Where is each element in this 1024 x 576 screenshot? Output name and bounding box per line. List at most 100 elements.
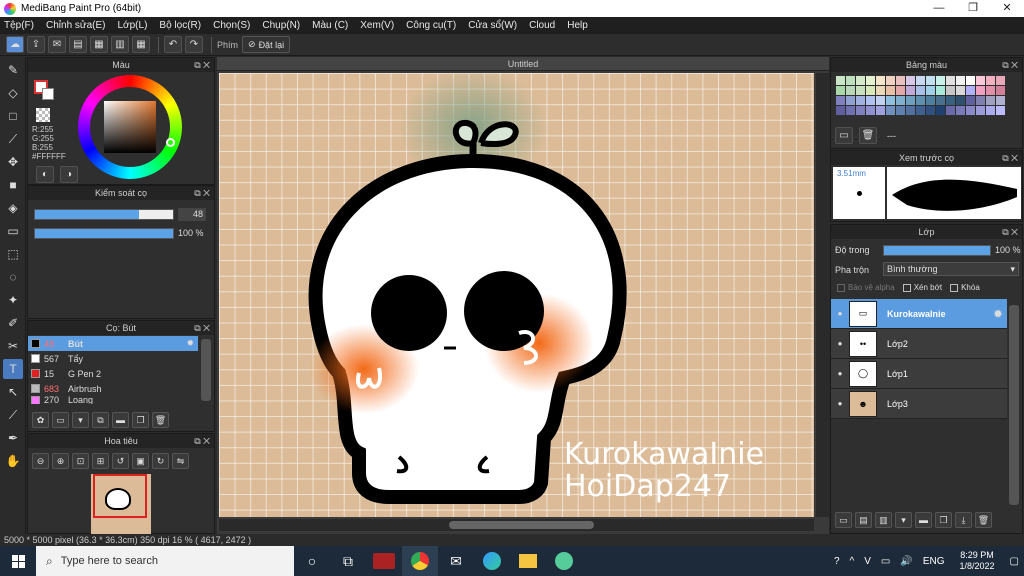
- palette-swatch[interactable]: [926, 76, 935, 85]
- edge-icon[interactable]: [474, 546, 510, 576]
- panel-controls[interactable]: ⧉ ✕: [194, 58, 210, 72]
- zoom-out-icon[interactable]: ⊖: [32, 453, 49, 469]
- trash-icon[interactable]: 🗑: [975, 512, 992, 528]
- brush-size-value[interactable]: 48: [178, 208, 206, 221]
- volume-icon[interactable]: 🔊: [900, 556, 912, 567]
- flip-icon[interactable]: ⇋: [172, 453, 189, 469]
- bucket-tool-icon[interactable]: ◈: [3, 198, 23, 218]
- maximize-button[interactable]: ❐: [956, 0, 990, 17]
- palette-swatch[interactable]: [906, 106, 915, 115]
- palette-swatch[interactable]: [966, 76, 975, 85]
- fit-icon[interactable]: ⊡: [72, 453, 89, 469]
- layer-settings-icon[interactable]: ✹: [993, 307, 1003, 321]
- comment-icon[interactable]: ✉: [48, 36, 66, 53]
- palette-swatch[interactable]: [956, 106, 965, 115]
- palette-swatch[interactable]: [836, 86, 845, 95]
- layer-item[interactable]: ● ☻ Lớp3: [831, 389, 1007, 419]
- folder-icon[interactable]: ▬: [915, 512, 932, 528]
- panel-controls[interactable]: ⧉ ✕: [194, 321, 210, 335]
- brush-item[interactable]: 567 Tẩy: [28, 351, 198, 366]
- text-tool-icon[interactable]: T: [3, 359, 23, 379]
- hue-handle[interactable]: [166, 138, 175, 147]
- close-button[interactable]: ✕: [990, 0, 1024, 17]
- palette-swatch[interactable]: [936, 106, 945, 115]
- clock[interactable]: 8:29 PM 1/8/2022: [960, 550, 995, 572]
- magic-wand-tool-icon[interactable]: ✦: [3, 290, 23, 310]
- color-mode-button[interactable]: ◐: [36, 166, 54, 183]
- palette-swatch[interactable]: [926, 96, 935, 105]
- chrome-icon[interactable]: [402, 546, 438, 576]
- grid-icon[interactable]: ▥: [111, 36, 129, 53]
- duplicate-icon[interactable]: ❐: [132, 412, 149, 428]
- trash-icon[interactable]: 🗑: [152, 412, 169, 428]
- brush-list-scrollbar[interactable]: [201, 339, 211, 401]
- palette-entry[interactable]: ---: [887, 131, 896, 141]
- palette-swatch[interactable]: [926, 106, 935, 115]
- palette-swatch[interactable]: [866, 96, 875, 105]
- brush-opacity-slider[interactable]: [34, 228, 174, 239]
- file-explorer-icon[interactable]: [510, 546, 546, 576]
- menu-cloud[interactable]: Cloud: [529, 20, 555, 31]
- navigator-thumbnail[interactable]: [91, 474, 151, 534]
- palette-swatch[interactable]: [956, 96, 965, 105]
- palette-swatch[interactable]: [876, 106, 885, 115]
- palette-swatch[interactable]: [906, 76, 915, 85]
- palette-swatch[interactable]: [976, 76, 985, 85]
- palette-swatch[interactable]: [846, 86, 855, 95]
- minimize-button[interactable]: —: [922, 0, 956, 17]
- layer-item[interactable]: ● ◯ Lớp1: [831, 359, 1007, 389]
- duplicate-layer-icon[interactable]: ❐: [935, 512, 952, 528]
- palette-swatch[interactable]: [906, 96, 915, 105]
- actual-size-icon[interactable]: ⊞: [92, 453, 109, 469]
- scroll-thumb[interactable]: [449, 521, 594, 529]
- palette-swatch[interactable]: [956, 86, 965, 95]
- fill-rect-tool-icon[interactable]: ■: [3, 175, 23, 195]
- dot-tool-icon[interactable]: ⟋: [3, 129, 23, 149]
- palette-swatch[interactable]: [836, 96, 845, 105]
- palette-swatch[interactable]: [916, 76, 925, 85]
- menu-snap[interactable]: Chụp(N): [262, 20, 300, 31]
- transparent-color-swatch[interactable]: [36, 108, 50, 122]
- palette-swatch[interactable]: [946, 86, 955, 95]
- canvas-horizontal-scrollbar[interactable]: [219, 519, 814, 531]
- folder-icon[interactable]: ▬: [112, 412, 129, 428]
- palette-swatch[interactable]: [866, 86, 875, 95]
- brush-item[interactable]: 15 G Pen 2: [28, 366, 198, 381]
- menu-file[interactable]: Tệp(F): [4, 20, 34, 31]
- lasso-tool-icon[interactable]: ◌: [3, 267, 23, 287]
- blend-mode-select[interactable]: Bình thường ▾: [883, 262, 1019, 276]
- brush-copy-icon[interactable]: ⧉: [92, 412, 109, 428]
- saturation-value-square[interactable]: [104, 101, 156, 153]
- palette-swatch[interactable]: [866, 106, 875, 115]
- palette-swatch[interactable]: [886, 96, 895, 105]
- palette-swatch[interactable]: [996, 96, 1005, 105]
- layer-item[interactable]: ● ▭ KurokawaInie ✹: [831, 299, 1007, 329]
- game-app-icon[interactable]: [366, 546, 402, 576]
- gradient-tool-icon[interactable]: ▭: [3, 221, 23, 241]
- palette-swatch[interactable]: [976, 106, 985, 115]
- menu-edit[interactable]: Chỉnh sửa(E): [46, 20, 106, 31]
- menu-view[interactable]: Xem(V): [360, 20, 394, 31]
- palette-swatch[interactable]: [996, 76, 1005, 85]
- brush-import-icon[interactable]: ▾: [72, 412, 89, 428]
- brush-item[interactable]: 270 Loang: [28, 396, 198, 404]
- menu-color[interactable]: Màu (C): [312, 20, 348, 31]
- layer-list-scrollbar[interactable]: [1009, 305, 1019, 505]
- panel-controls[interactable]: ⧉ ✕: [194, 186, 210, 200]
- palette-swatch[interactable]: [896, 86, 905, 95]
- new-halftone-layer-icon[interactable]: ▤: [855, 512, 872, 528]
- visibility-icon[interactable]: ●: [831, 309, 849, 318]
- palette-swatch[interactable]: [856, 96, 865, 105]
- protect-alpha-checkbox[interactable]: Bảo vệ alpha: [837, 283, 895, 292]
- palette-new-icon[interactable]: ▭: [835, 127, 853, 144]
- palette-swatch[interactable]: [996, 106, 1005, 115]
- panel-controls[interactable]: ⧉ ✕: [1002, 58, 1018, 72]
- palette-swatch[interactable]: [836, 76, 845, 85]
- rotate-right-icon[interactable]: ↻: [152, 453, 169, 469]
- palette-swatch[interactable]: [886, 86, 895, 95]
- fit-screen-icon[interactable]: ▣: [132, 453, 149, 469]
- new-8bit-layer-icon[interactable]: ▥: [875, 512, 892, 528]
- task-view-icon[interactable]: ⧉: [330, 546, 366, 576]
- network-icon[interactable]: ▭: [881, 556, 890, 567]
- brush-add-icon[interactable]: ✿: [32, 412, 49, 428]
